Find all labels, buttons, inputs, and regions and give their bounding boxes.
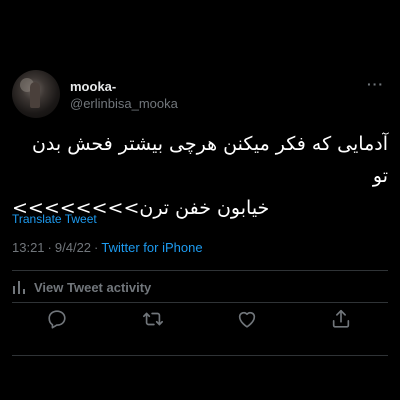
tweet-actions — [0, 308, 400, 334]
view-tweet-activity[interactable]: View Tweet activity — [12, 277, 151, 297]
translate-tweet-link[interactable]: Translate Tweet — [12, 212, 97, 226]
tweet-meta: 13:21 · 9/4/22 · Twitter for iPhone — [12, 240, 203, 255]
reply-button[interactable] — [46, 308, 68, 330]
share-upload-icon — [332, 309, 350, 328]
tweet-time[interactable]: 13:21 — [12, 240, 45, 255]
tweet-text-line-1: آدمایی که فکر میکنن هرچی بیشتر فحش بدن ت… — [31, 133, 388, 187]
like-button[interactable] — [236, 308, 258, 330]
tweet-header: mooka- @erlinbisa_mooka ··· — [12, 70, 388, 120]
author-names: mooka- @erlinbisa_mooka — [70, 79, 178, 112]
meta-separator: · — [47, 240, 52, 255]
reply-bubble-icon — [48, 310, 66, 329]
avatar-figure — [30, 82, 40, 108]
retweet-icon — [143, 312, 163, 326]
divider — [12, 302, 388, 303]
avatar[interactable] — [12, 70, 60, 118]
divider — [12, 355, 388, 356]
heart-icon — [238, 311, 256, 328]
divider — [12, 270, 388, 271]
meta-separator: · — [94, 240, 99, 255]
tweet-source-link[interactable]: Twitter for iPhone — [101, 240, 202, 255]
view-tweet-activity-label: View Tweet activity — [34, 279, 152, 295]
display-name[interactable]: mooka- — [70, 79, 178, 95]
user-handle[interactable]: @erlinbisa_mooka — [70, 95, 178, 112]
analytics-bars-icon — [13, 281, 25, 294]
tweet-date[interactable]: 9/4/22 — [55, 240, 91, 255]
tweet-detail-page: mooka- @erlinbisa_mooka ··· آدمایی که فک… — [0, 0, 400, 400]
tweet-text: آدمایی که فکر میکنن هرچی بیشتر فحش بدن ت… — [12, 128, 388, 224]
more-horizontal-icon[interactable]: ··· — [367, 76, 384, 92]
share-button[interactable] — [330, 308, 352, 330]
retweet-button[interactable] — [142, 308, 164, 330]
